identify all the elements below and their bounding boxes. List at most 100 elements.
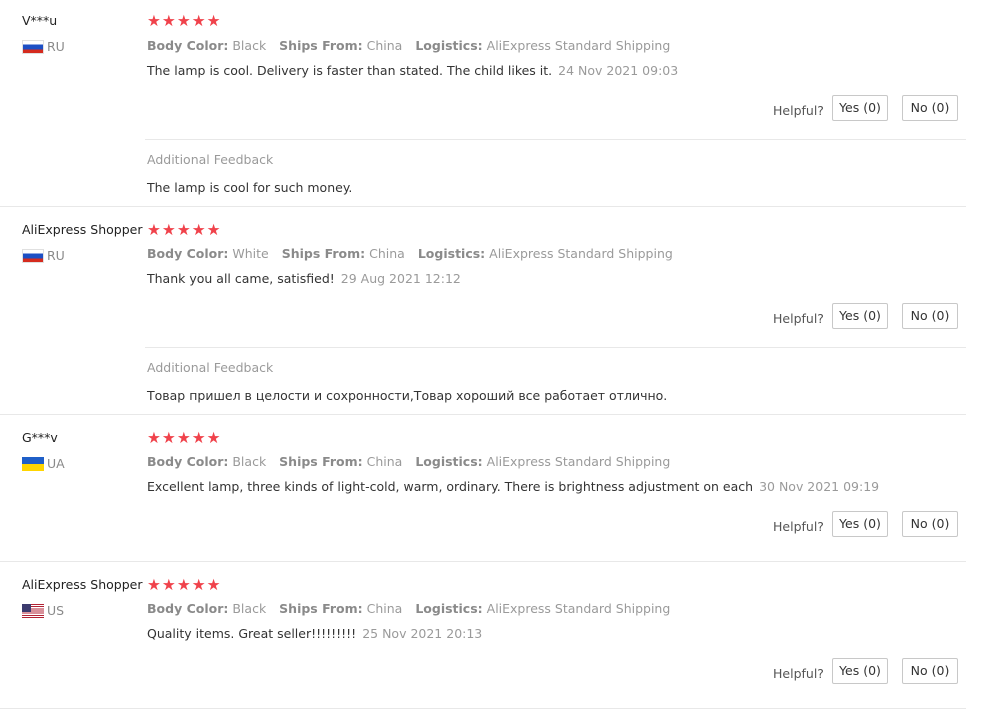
star-icon: ★ bbox=[147, 576, 161, 594]
reviewer-country: RU bbox=[22, 249, 65, 263]
star-icon: ★ bbox=[161, 12, 176, 30]
feedback-divider bbox=[145, 139, 966, 140]
review-text: Quality items. Great seller!!!!!!!!! bbox=[147, 626, 357, 641]
ships-from-value: China bbox=[366, 601, 403, 616]
logistics-label: Logistics: bbox=[415, 38, 483, 53]
color-label: Body Color: bbox=[147, 38, 229, 53]
product-attributes: Body Color: Black Ships From: China Logi… bbox=[147, 601, 670, 616]
ukraine-flag-icon bbox=[22, 457, 44, 471]
ships-from-value: China bbox=[366, 454, 403, 469]
reviewer-name: AliExpress Shopper bbox=[22, 222, 143, 237]
helpful-label: Helpful? bbox=[773, 666, 824, 681]
helpful-label: Helpful? bbox=[773, 103, 824, 118]
logistics-value: AliExpress Standard Shipping bbox=[489, 246, 673, 261]
review-date: 29 Aug 2021 12:12 bbox=[340, 271, 461, 286]
russia-flag-icon bbox=[22, 40, 44, 54]
additional-feedback-title: Additional Feedback bbox=[147, 360, 274, 375]
ships-from-label: Ships From: bbox=[279, 601, 363, 616]
star-icon: ★ bbox=[206, 429, 221, 447]
star-icon: ★ bbox=[191, 576, 206, 594]
country-code: UA bbox=[47, 456, 65, 471]
color-label: Body Color: bbox=[147, 246, 229, 261]
helpful-yes-button[interactable]: Yes (0) bbox=[832, 658, 888, 684]
color-value: Black bbox=[232, 601, 267, 616]
usa-flag-icon bbox=[22, 604, 44, 618]
reviewer-country: RU bbox=[22, 40, 65, 54]
review-text-line: The lamp is cool. Delivery is faster tha… bbox=[147, 63, 678, 78]
review-text: Excellent lamp, three kinds of light-col… bbox=[147, 479, 754, 494]
ships-from-value: China bbox=[366, 38, 403, 53]
country-code: RU bbox=[47, 248, 65, 263]
star-icon: ★ bbox=[191, 429, 206, 447]
helpful-no-button[interactable]: No (0) bbox=[902, 303, 958, 329]
star-icon: ★ bbox=[176, 429, 191, 447]
review-item: AliExpress Shopper US ★ ★ ★ ★ ★ Body Col… bbox=[0, 562, 987, 709]
russia-flag-icon bbox=[22, 249, 44, 263]
star-rating: ★ ★ ★ ★ ★ bbox=[147, 222, 221, 238]
star-icon: ★ bbox=[206, 576, 221, 594]
reviewer-country: US bbox=[22, 604, 64, 618]
additional-feedback-text: The lamp is cool for such money. bbox=[147, 180, 353, 195]
logistics-label: Logistics: bbox=[415, 454, 483, 469]
review-text: Thank you all came, satisfied! bbox=[147, 271, 335, 286]
star-rating: ★ ★ ★ ★ ★ bbox=[147, 13, 221, 29]
reviewer-name: AliExpress Shopper bbox=[22, 577, 143, 592]
logistics-value: AliExpress Standard Shipping bbox=[486, 601, 671, 616]
reviewer-name: G***v bbox=[22, 430, 58, 445]
star-icon: ★ bbox=[161, 576, 176, 594]
star-icon: ★ bbox=[191, 12, 206, 30]
product-attributes: Body Color: Black Ships From: China Logi… bbox=[147, 38, 670, 53]
review-date: 24 Nov 2021 09:03 bbox=[558, 63, 679, 78]
star-icon: ★ bbox=[161, 221, 176, 239]
reviewer-country: UA bbox=[22, 457, 65, 471]
ships-from-label: Ships From: bbox=[279, 38, 363, 53]
review-date: 25 Nov 2021 20:13 bbox=[362, 626, 483, 641]
star-icon: ★ bbox=[206, 12, 221, 30]
star-icon: ★ bbox=[161, 429, 176, 447]
product-attributes: Body Color: Black Ships From: China Logi… bbox=[147, 454, 670, 469]
ships-from-value: China bbox=[369, 246, 405, 261]
star-rating: ★ ★ ★ ★ ★ bbox=[147, 577, 221, 593]
logistics-label: Logistics: bbox=[415, 601, 483, 616]
helpful-label: Helpful? bbox=[773, 311, 824, 326]
review-text: The lamp is cool. Delivery is faster tha… bbox=[147, 63, 553, 78]
helpful-label: Helpful? bbox=[773, 519, 824, 534]
color-value: White bbox=[232, 246, 269, 261]
review-date: 30 Nov 2021 09:19 bbox=[759, 479, 880, 494]
review-text-line: Quality items. Great seller!!!!!!!!! 25 N… bbox=[147, 626, 482, 641]
helpful-yes-button[interactable]: Yes (0) bbox=[832, 511, 888, 537]
helpful-yes-button[interactable]: Yes (0) bbox=[832, 303, 888, 329]
feedback-divider bbox=[145, 347, 966, 348]
logistics-label: Logistics: bbox=[417, 246, 486, 261]
helpful-no-button[interactable]: No (0) bbox=[902, 511, 958, 537]
star-icon: ★ bbox=[176, 221, 191, 239]
additional-feedback-text: Товар пришел в целости и сохронности,Тов… bbox=[147, 388, 668, 403]
reviewer-name: V***u bbox=[22, 13, 58, 28]
star-icon: ★ bbox=[147, 12, 161, 30]
star-rating: ★ ★ ★ ★ ★ bbox=[147, 430, 221, 446]
ships-from-label: Ships From: bbox=[281, 246, 366, 261]
ships-from-label: Ships From: bbox=[279, 454, 363, 469]
star-icon: ★ bbox=[176, 12, 191, 30]
color-label: Body Color: bbox=[147, 601, 229, 616]
color-value: Black bbox=[232, 454, 267, 469]
additional-feedback-title: Additional Feedback bbox=[147, 152, 274, 167]
logistics-value: AliExpress Standard Shipping bbox=[486, 454, 671, 469]
color-label: Body Color: bbox=[147, 454, 229, 469]
star-icon: ★ bbox=[147, 429, 161, 447]
review-item: G***v UA ★ ★ ★ ★ ★ Body Color: Black Shi… bbox=[0, 415, 987, 562]
country-code: RU bbox=[47, 39, 65, 54]
helpful-yes-button[interactable]: Yes (0) bbox=[832, 95, 888, 121]
country-code: US bbox=[47, 603, 65, 618]
review-item: AliExpress Shopper RU ★ ★ ★ ★ ★ Body Col… bbox=[0, 207, 987, 415]
review-text-line: Thank you all came, satisfied! 29 Aug 202… bbox=[147, 271, 461, 286]
star-icon: ★ bbox=[191, 221, 206, 239]
star-icon: ★ bbox=[206, 221, 221, 239]
helpful-no-button[interactable]: No (0) bbox=[902, 95, 958, 121]
helpful-no-button[interactable]: No (0) bbox=[902, 658, 958, 684]
product-attributes: Body Color: White Ships From: China Logi… bbox=[147, 246, 673, 261]
logistics-value: AliExpress Standard Shipping bbox=[486, 38, 671, 53]
star-icon: ★ bbox=[147, 221, 161, 239]
review-item: V***u RU ★ ★ ★ ★ ★ Body Color: Black Shi… bbox=[0, 0, 987, 207]
star-icon: ★ bbox=[176, 576, 191, 594]
